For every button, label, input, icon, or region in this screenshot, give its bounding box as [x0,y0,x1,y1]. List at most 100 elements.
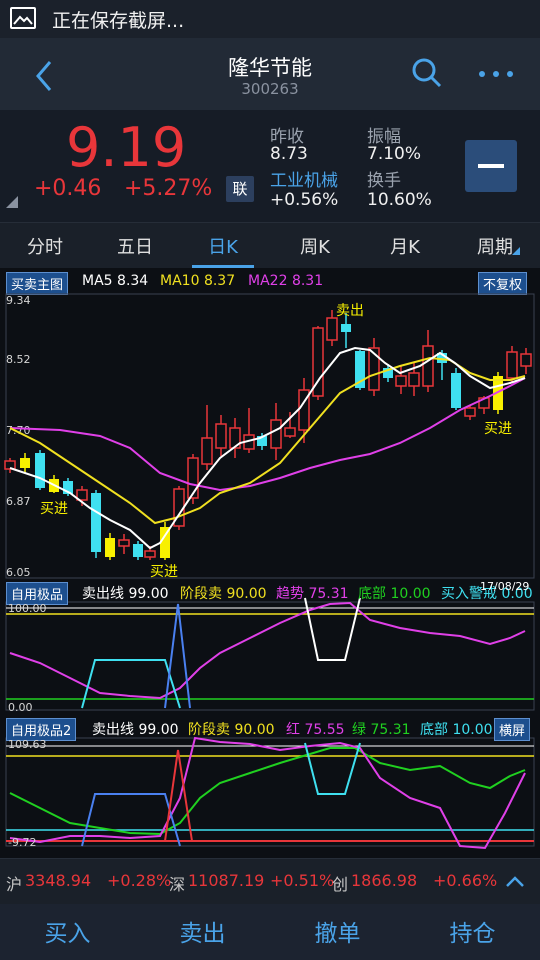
tab-intraday[interactable]: 分时 [10,233,80,259]
stock-code: 300263 [241,80,299,98]
sh-label: 沪 [6,875,23,894]
status-text: 正在保存截屏... [52,10,185,32]
cy-label: 创 [332,875,349,894]
tab-daily-k[interactable]: 日K [188,233,258,259]
sub1-sell-legend: 卖出线 99.00 [82,583,169,603]
candle-body [451,373,461,408]
dropdown-triangle-icon [512,247,520,255]
search-icon [412,58,442,88]
sub1-bottom-legend: 底部 10.00 [358,583,431,603]
candle-body [201,437,213,465]
candle-body [284,427,296,437]
sub1-stage-legend: 阶段卖 90.00 [180,583,267,603]
tab-five-day[interactable]: 五日 [100,233,170,259]
quote-panel: 9.19 +0.46 +5.27% 昨收 8.73 工业机械 +0.56% 振幅… [0,110,540,222]
sub1-sell-label: 卖出线 [82,586,124,602]
candle-body [105,538,115,557]
candle-body [215,423,227,449]
lian-badge[interactable]: 联 [226,176,254,202]
sell-button[interactable]: 卖出 [135,914,270,948]
sub1-sell-value: 99.00 [128,586,169,602]
sub2-stage-legend: 阶段卖 90.00 [188,719,275,739]
expand-up-icon[interactable] [504,873,526,889]
tab-monthly-k[interactable]: 月K [370,233,440,259]
stock-name: 隆华节能 [228,56,312,80]
sub2-magenta-line [9,736,526,850]
candle-body [395,375,407,387]
sub1-stage-label: 阶段卖 [180,586,222,602]
position-button[interactable]: 持仓 [405,914,540,948]
sub1-y-bottom: 0.00 [8,701,33,714]
sz-value: 11087.19 [188,871,265,890]
sub2-y-top: 109.63 [8,738,47,751]
cancel-order-button[interactable]: 撤单 [270,914,405,948]
sub1-y-top: 100.00 [8,602,47,615]
sub2-red-legend: 红 75.55 [286,719,345,739]
sub2-bottom-legend: 底部 10.00 [420,719,493,739]
sub2-cyan-shape [304,742,361,795]
minus-icon [478,164,504,168]
sub2-stage-label: 阶段卖 [188,722,230,738]
sub1-trend-line [9,601,526,700]
candle-body [270,419,282,449]
tab-period[interactable]: 周期 [460,233,530,259]
sub2-green-value: 75.31 [370,722,411,738]
sh-pct: +0.28% [107,871,172,890]
sub1-date: 17/08/29 [480,580,530,593]
remove-watchlist-button[interactable] [465,140,517,192]
cy-value: 1866.98 [351,871,418,890]
sub1-white-shape [304,597,361,661]
period-tabs: 分时 五日 日K 周K 月K 周期 [0,222,540,270]
sz-label: 深 [169,875,186,894]
sub1-stage-value: 90.00 [226,586,267,602]
sub1-trend-legend: 趋势 75.31 [276,583,349,603]
more-button[interactable] [476,66,516,80]
candle-body [408,372,420,387]
index-bar[interactable]: 沪 3348.94 +0.28% 深 11087.19 +0.51% 创 186… [0,858,540,905]
sector-link[interactable]: 工业机械 [270,166,338,191]
buy-button[interactable]: 买入 [0,914,135,948]
candle-body [520,353,532,367]
sz-pct: +0.51% [270,871,335,890]
main-chart-frame [5,293,535,579]
sub2-sell-value: 99.00 [138,722,179,738]
cy-pct: +0.66% [433,871,498,890]
price-change: +0.46 [34,176,102,201]
amplitude-value: 7.10% [367,144,422,164]
sub2-y-bottom: -9.72 [8,836,37,849]
candle-body [20,458,30,468]
header: 隆华节能 300263 [0,38,540,110]
status-bar: 正在保存截屏... [0,0,540,38]
candle-body [4,460,16,470]
sub1-bottom-value: 10.00 [390,586,431,602]
search-button[interactable] [410,56,444,90]
candle-body [422,345,434,387]
chart-area[interactable]: 买卖主图 MA5 8.34 MA10 8.37 MA22 8.31 不复权 9.… [0,268,540,858]
turnover-label: 换手 [367,171,401,191]
candle-body [464,407,476,417]
sub2-bottom-value: 10.00 [452,722,493,738]
candle-body [35,453,45,488]
landscape-badge[interactable]: 横屏 [494,718,531,741]
sub2-red-value: 75.55 [304,722,345,738]
chart-svg [4,293,535,850]
sub1-trend-label: 趋势 [276,586,304,602]
candle-body [326,317,338,341]
sell-marker: 卖出 [336,303,364,319]
candle-body [133,544,143,557]
sub2-green-label: 绿 [352,722,366,738]
sub2-bottom-label: 底部 [420,722,448,738]
sub1-trend-value: 75.31 [308,586,349,602]
turnover-value: 10.60% [367,190,432,210]
sub2-green-legend: 绿 75.31 [352,719,411,739]
buy-marker-2: 买进 [150,564,178,580]
current-price: 9.19 [66,116,187,179]
sub1-blue-spike [164,603,191,709]
tab-weekly-k[interactable]: 周K [280,233,350,259]
more-dots-icon [479,71,513,77]
sub2-sell-label: 卖出线 [92,722,134,738]
buy-marker-3: 买进 [484,421,512,437]
sub2-red-label: 红 [286,722,300,738]
candle-body [91,493,101,552]
prev-close-value: 8.73 [270,144,308,164]
